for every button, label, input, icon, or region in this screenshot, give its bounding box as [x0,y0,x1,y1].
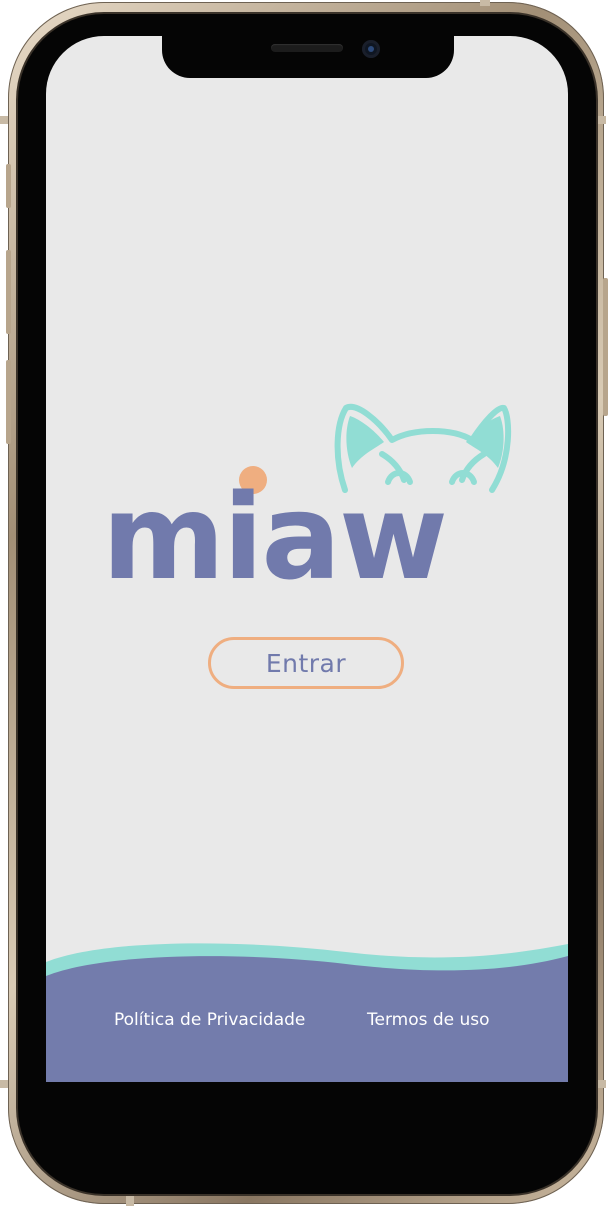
volume-down-button [6,360,11,444]
antenna-line [0,1080,8,1088]
enter-button[interactable]: Entrar [208,637,404,689]
earpiece-speaker [271,44,343,52]
notch [162,36,454,78]
miaw-logo: miaw [100,398,520,606]
antenna-line [598,116,606,124]
mute-switch [6,164,11,208]
front-camera [362,40,380,58]
terms-of-use-link[interactable]: Termos de uso [367,1010,490,1030]
power-button [603,278,608,416]
footer-wave [46,943,568,1082]
antenna-line [126,1196,134,1206]
antenna-line [480,0,490,6]
volume-up-button [6,250,11,334]
privacy-policy-link[interactable]: Política de Privacidade [114,1010,305,1030]
antenna-line [598,1080,606,1088]
enter-button-label: Entrar [265,648,347,678]
logo-wordmark: miaw [102,468,446,606]
antenna-line [0,116,8,124]
